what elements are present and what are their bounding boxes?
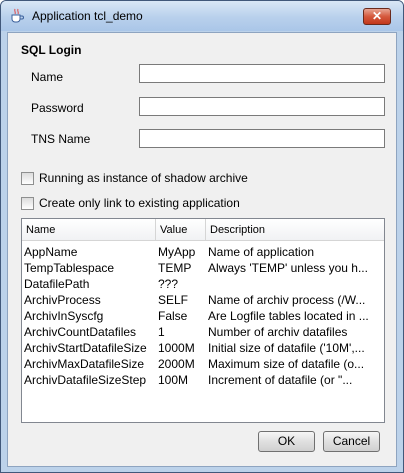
- cell-value: 1: [158, 325, 165, 339]
- link-only-option[interactable]: Create only link to existing application: [21, 195, 240, 211]
- shadow-archive-option[interactable]: Running as instance of shadow archive: [21, 170, 248, 186]
- ok-button[interactable]: OK: [258, 431, 315, 452]
- name-label: Name: [31, 70, 64, 84]
- cell-name: ArchivCountDatafiles: [24, 325, 137, 339]
- cell-value: 2000M: [158, 357, 195, 371]
- cell-name: DatafilePath: [24, 277, 90, 291]
- cancel-button[interactable]: Cancel: [323, 431, 380, 452]
- cell-description: Maximum size of datafile (o...: [208, 357, 365, 371]
- cell-description: Name of application: [208, 245, 315, 259]
- table-row[interactable]: ArchivCountDatafiles 1 Number of archiv …: [22, 324, 384, 340]
- section-title-sql-login: SQL Login: [21, 43, 82, 57]
- cell-description: Always 'TEMP' unless you h...: [208, 261, 368, 275]
- title-bar[interactable]: Application tcl_demo ✕: [1, 1, 403, 31]
- link-only-checkbox[interactable]: [21, 196, 34, 210]
- cell-value: SELF: [158, 293, 189, 307]
- cell-description: Are Logfile tables located in ...: [208, 309, 369, 323]
- cell-name: ArchivInSyscfg: [24, 309, 104, 323]
- parameters-table[interactable]: Name Value Description AppName MyApp Nam…: [21, 218, 385, 423]
- cell-name: TempTablespace: [24, 261, 115, 275]
- table-row[interactable]: ArchivStartDatafileSize 1000M Initial si…: [22, 340, 384, 356]
- column-header-name[interactable]: Name: [22, 219, 156, 241]
- window-title: Application tcl_demo: [32, 9, 143, 23]
- table-row[interactable]: ArchivInSyscfg False Are Logfile tables …: [22, 308, 384, 324]
- cell-name: ArchivDatafileSizeStep: [24, 373, 147, 387]
- cell-description: Number of archiv datafiles: [208, 325, 348, 339]
- cell-description: Increment of datafile (or "...: [208, 373, 353, 387]
- table-row[interactable]: ArchivDatafileSizeStep 100M Increment of…: [22, 372, 384, 388]
- column-header-value[interactable]: Value: [156, 219, 206, 241]
- column-header-description[interactable]: Description: [206, 219, 384, 241]
- password-input[interactable]: [139, 97, 385, 116]
- cell-name: ArchivProcess: [24, 293, 101, 307]
- table-row[interactable]: AppName MyApp Name of application: [22, 244, 384, 260]
- tns-name-input[interactable]: [139, 129, 385, 148]
- table-row[interactable]: TempTablespace TEMP Always 'TEMP' unless…: [22, 260, 384, 276]
- close-button[interactable]: ✕: [363, 8, 391, 25]
- cell-value: 100M: [158, 373, 189, 387]
- close-icon: ✕: [371, 9, 383, 23]
- name-input[interactable]: [139, 64, 385, 83]
- table-row[interactable]: DatafilePath ???: [22, 276, 384, 292]
- java-cup-icon: [9, 8, 25, 24]
- cell-value: False: [158, 309, 188, 323]
- cell-description: Initial size of datafile ('10M',...: [208, 341, 365, 355]
- dialog-body: SQL Login Name Password TNS Name Running…: [7, 32, 397, 467]
- tns-name-label: TNS Name: [31, 132, 91, 146]
- cell-value: TEMP: [158, 261, 192, 275]
- table-row[interactable]: ArchivMaxDatafileSize 2000M Maximum size…: [22, 356, 384, 372]
- application-window: Application tcl_demo ✕ SQL Login Name Pa…: [0, 0, 404, 473]
- shadow-archive-label: Running as instance of shadow archive: [39, 171, 248, 185]
- cell-value: 1000M: [158, 341, 195, 355]
- cell-description: Name of archiv process (/W...: [208, 293, 366, 307]
- cell-value: ???: [158, 277, 179, 291]
- shadow-archive-checkbox[interactable]: [21, 171, 34, 185]
- cell-value: MyApp: [158, 245, 196, 259]
- cell-name: ArchivMaxDatafileSize: [24, 357, 145, 371]
- table-row[interactable]: ArchivProcess SELF Name of archiv proces…: [22, 292, 384, 308]
- cell-name: ArchivStartDatafileSize: [24, 341, 147, 355]
- link-only-label: Create only link to existing application: [39, 196, 240, 210]
- cell-name: AppName: [24, 245, 78, 259]
- table-header: Name Value Description: [22, 219, 384, 241]
- password-label: Password: [31, 101, 84, 115]
